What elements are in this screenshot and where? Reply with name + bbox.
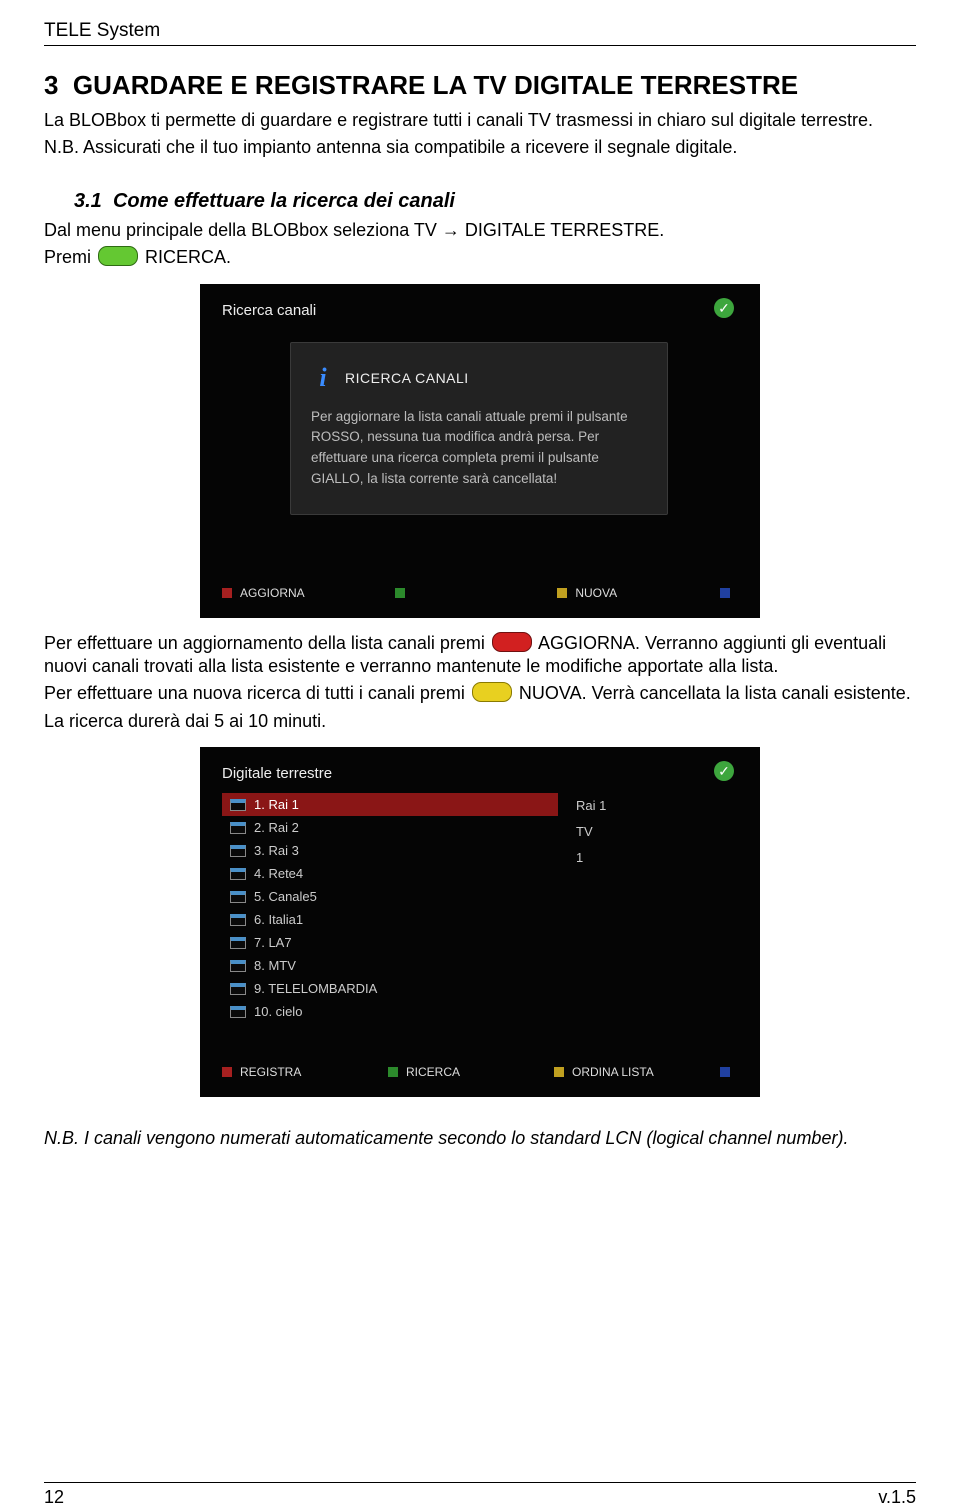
green-button-icon [98, 246, 138, 266]
channel-label: 10. cielo [254, 1004, 302, 1019]
brand: TELE System [44, 20, 160, 41]
channel-label: 7. LA7 [254, 935, 292, 950]
screenshot-ricerca-canali: Ricerca canali ✓ i RICERCA CANALI Per ag… [200, 284, 760, 618]
yellow-button-icon [472, 682, 512, 702]
shot1-panel-text: Per aggiornare la lista canali attuale p… [311, 407, 647, 491]
subsection-31-title: 3.1 Come effettuare la ricerca dei canal… [74, 190, 916, 213]
sub31-line1: Dal menu principale della BLOBbox selezi… [44, 219, 916, 242]
tv-icon [230, 937, 246, 949]
blue-dot-icon [720, 1067, 730, 1077]
channel-row[interactable]: 10. cielo [222, 1000, 558, 1023]
shot2-legend: REGISTRA RICERCA ORDINA LISTA [222, 1065, 738, 1079]
shot1-legend: AGGIORNA NUOVA [222, 586, 738, 600]
shot1-panel-title: RICERCA CANALI [345, 370, 469, 386]
channel-label: 4. Rete4 [254, 866, 303, 881]
tv-icon [230, 891, 246, 903]
channel-label: 5. Canale5 [254, 889, 317, 904]
nb-line: N.B. Assicurati che il tuo impianto ante… [44, 136, 916, 159]
sub31-line2: Premi RICERCA. [44, 246, 916, 269]
yellow-dot-icon [554, 1067, 564, 1077]
channel-label: 1. Rai 1 [254, 797, 299, 812]
tv-icon [230, 845, 246, 857]
tv-icon [230, 799, 246, 811]
channel-row[interactable]: 3. Rai 3 [222, 839, 558, 862]
tv-icon [230, 983, 246, 995]
red-dot-icon [222, 588, 232, 598]
page-number: 12 [44, 1487, 64, 1508]
tv-icon [230, 822, 246, 834]
shot2-title: Digitale terrestre [222, 765, 332, 782]
version: v.1.5 [878, 1487, 916, 1508]
page-footer: 12 v.1.5 [44, 1482, 916, 1508]
channel-row[interactable]: 6. Italia1 [222, 908, 558, 931]
red-button-icon [492, 632, 532, 652]
channel-label: 6. Italia1 [254, 912, 303, 927]
channel-label: 3. Rai 3 [254, 843, 299, 858]
tv-icon [230, 914, 246, 926]
channel-side-info: Rai 1 TV 1 [576, 793, 606, 871]
page-header: TELE System [44, 20, 916, 46]
channel-row[interactable]: 4. Rete4 [222, 862, 558, 885]
mid-p2: Per effettuare una nuova ricerca di tutt… [44, 682, 916, 705]
green-dot-icon [388, 1067, 398, 1077]
channel-label: 9. TELELOMBARDIA [254, 981, 377, 996]
channel-label: 2. Rai 2 [254, 820, 299, 835]
tv-icon [230, 1006, 246, 1018]
channel-row[interactable]: 8. MTV [222, 954, 558, 977]
channel-row[interactable]: 1. Rai 1 [222, 793, 558, 816]
mid-p3: La ricerca durerà dai 5 ai 10 minuti. [44, 710, 916, 733]
channel-row[interactable]: 5. Canale5 [222, 885, 558, 908]
shot1-panel: i RICERCA CANALI Per aggiornare la lista… [290, 342, 668, 516]
shot1-title: Ricerca canali [222, 302, 316, 319]
channel-label: 8. MTV [254, 958, 296, 973]
info-icon: i [311, 363, 335, 393]
check-icon: ✓ [714, 761, 734, 781]
blue-dot-icon [720, 588, 730, 598]
screenshot-digitale-terrestre: Digitale terrestre ✓ 1. Rai 1 2. Rai 2 3. … [200, 747, 760, 1097]
channel-row[interactable]: 7. LA7 [222, 931, 558, 954]
tv-icon [230, 960, 246, 972]
channel-list: 1. Rai 1 2. Rai 2 3. Rai 3 4. Rete4 5. Canal… [222, 793, 558, 1023]
yellow-dot-icon [557, 588, 567, 598]
section-title: 3 GUARDARE E REGISTRARE LA TV DIGITALE T… [44, 70, 916, 101]
tv-icon [230, 868, 246, 880]
channel-row[interactable]: 9. TELELOMBARDIA [222, 977, 558, 1000]
red-dot-icon [222, 1067, 232, 1077]
intro-paragraph: La BLOBbox ti permette di guardare e reg… [44, 109, 916, 132]
closing-note: N.B. I canali vengono numerati automatic… [44, 1127, 916, 1150]
channel-row[interactable]: 2. Rai 2 [222, 816, 558, 839]
check-icon: ✓ [714, 298, 734, 318]
mid-p1: Per effettuare un aggiornamento della li… [44, 632, 916, 679]
green-dot-icon [395, 588, 405, 598]
